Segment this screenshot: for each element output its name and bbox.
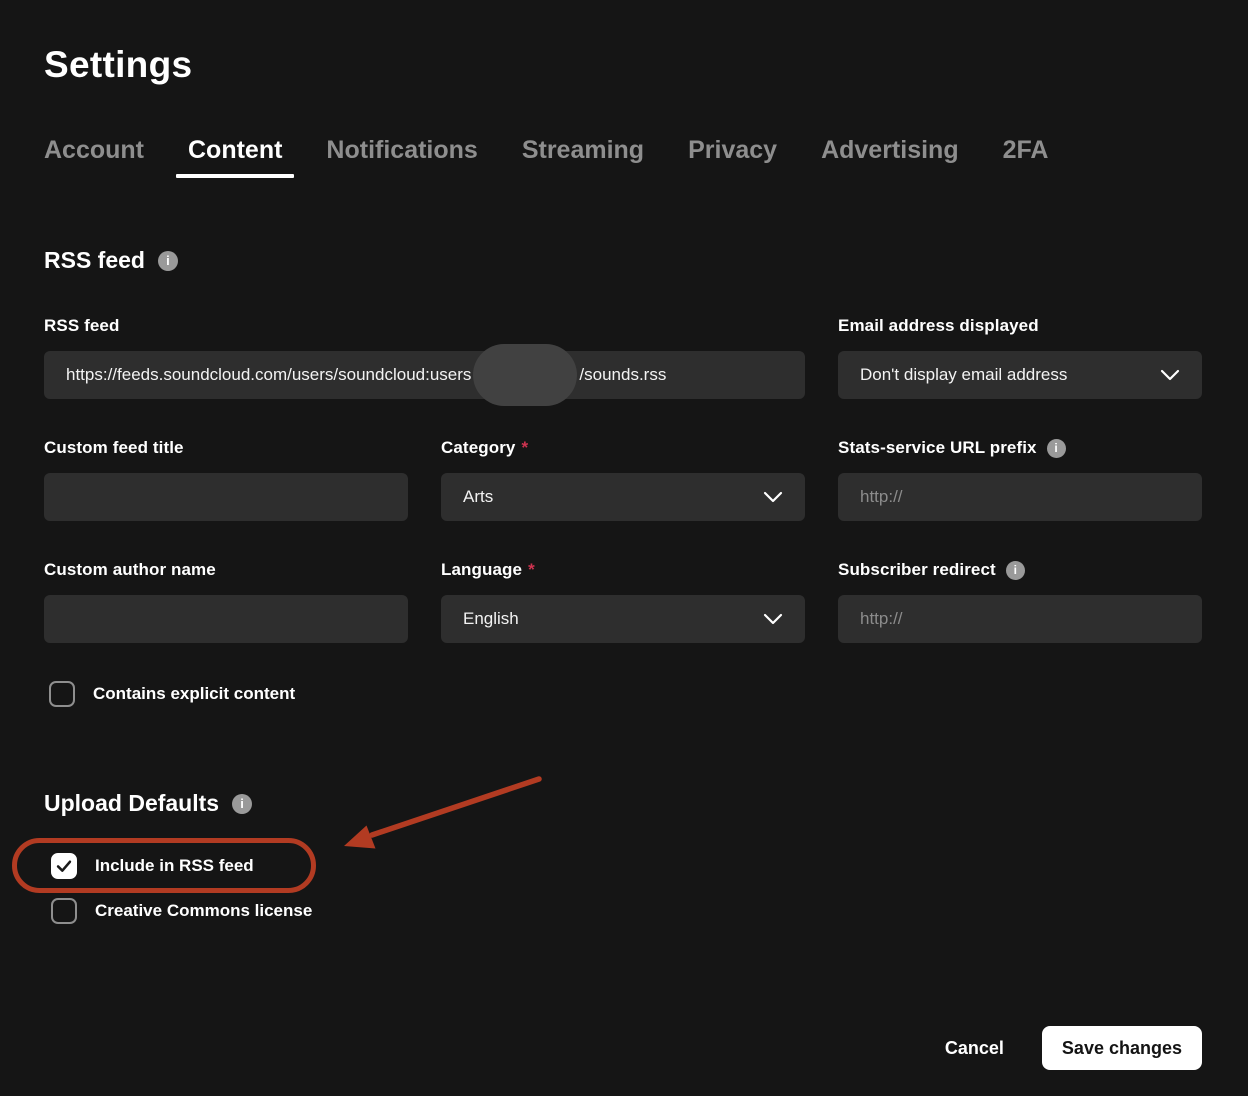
language-label: Language * (441, 560, 805, 580)
chevron-down-icon (763, 491, 783, 503)
custom-author-name-input[interactable] (44, 595, 408, 643)
tab-streaming[interactable]: Streaming (522, 136, 644, 178)
custom-author-field: Custom author name (44, 560, 408, 643)
tab-notifications[interactable]: Notifications (326, 136, 477, 178)
info-icon[interactable]: i (158, 251, 178, 271)
custom-feed-title-label: Custom feed title (44, 438, 408, 458)
checkbox-creative-commons[interactable] (51, 898, 77, 924)
subscriber-redirect-label: Subscriber redirect i (838, 560, 1202, 580)
rss-feed-section-title-text: RSS feed (44, 247, 145, 274)
rss-feed-section-title: RSS feed i (44, 247, 1202, 274)
settings-tabs: Account Content Notifications Streaming … (44, 136, 1202, 178)
include-in-rss-checkbox-row[interactable]: Include in RSS feed (51, 853, 254, 879)
category-field: Category * Arts (441, 438, 805, 521)
email-displayed-value: Don't display email address (860, 365, 1067, 385)
email-displayed-label: Email address displayed (838, 316, 1202, 336)
rss-feed-input[interactable]: https://feeds.soundcloud.com/users/sound… (44, 351, 805, 399)
chevron-down-icon (763, 613, 783, 625)
required-asterisk: * (522, 438, 529, 458)
tab-content[interactable]: Content (188, 136, 282, 178)
rss-feed-field: RSS feed https://feeds.soundcloud.com/us… (44, 316, 805, 399)
include-in-rss-label[interactable]: Include in RSS feed (95, 856, 254, 876)
category-value: Arts (463, 487, 493, 507)
settings-panel: Settings Account Content Notifications S… (0, 0, 1248, 924)
info-icon[interactable]: i (1047, 439, 1066, 458)
rss-feed-value-end: /sounds.rss (579, 365, 666, 385)
upload-defaults-section-title: Upload Defaults i (44, 790, 1202, 817)
chevron-down-icon (1160, 369, 1180, 381)
upload-defaults-title-text: Upload Defaults (44, 790, 219, 817)
footer-actions: Cancel Save changes (945, 1026, 1202, 1070)
language-value: English (463, 609, 519, 629)
subscriber-redirect-input[interactable] (838, 595, 1202, 643)
checkbox-explicit-content[interactable] (49, 681, 75, 707)
rss-feed-value-start: https://feeds.soundcloud.com/users/sound… (66, 365, 471, 385)
creative-commons-label[interactable]: Creative Commons license (95, 901, 312, 921)
language-field: Language * English (441, 560, 805, 643)
info-icon[interactable]: i (1006, 561, 1025, 580)
email-displayed-field: Email address displayed Don't display em… (838, 316, 1202, 399)
email-displayed-select[interactable]: Don't display email address (838, 351, 1202, 399)
custom-feed-title-field: Custom feed title (44, 438, 408, 521)
category-select[interactable]: Arts (441, 473, 805, 521)
creative-commons-checkbox-row[interactable]: Creative Commons license (51, 898, 312, 924)
custom-feed-title-input[interactable] (44, 473, 408, 521)
info-icon[interactable]: i (232, 794, 252, 814)
tab-account[interactable]: Account (44, 136, 144, 178)
language-select[interactable]: English (441, 595, 805, 643)
stats-service-label: Stats-service URL prefix i (838, 438, 1202, 458)
subscriber-redirect-field: Subscriber redirect i (838, 560, 1202, 643)
stats-service-url-input[interactable] (838, 473, 1202, 521)
explicit-content-checkbox-row[interactable]: Contains explicit content (49, 681, 295, 707)
cancel-button[interactable]: Cancel (945, 1038, 1004, 1059)
explicit-content-label[interactable]: Contains explicit content (93, 684, 295, 704)
rss-feed-label: RSS feed (44, 316, 805, 336)
redaction-overlay (473, 344, 577, 406)
checkbox-include-in-rss[interactable] (51, 853, 77, 879)
tab-privacy[interactable]: Privacy (688, 136, 777, 178)
stats-service-field: Stats-service URL prefix i (838, 438, 1202, 521)
tab-advertising[interactable]: Advertising (821, 136, 959, 178)
page-title: Settings (44, 44, 1202, 86)
tab-2fa[interactable]: 2FA (1003, 136, 1049, 178)
custom-author-label: Custom author name (44, 560, 408, 580)
required-asterisk: * (528, 560, 535, 580)
save-changes-button[interactable]: Save changes (1042, 1026, 1202, 1070)
category-label: Category * (441, 438, 805, 458)
